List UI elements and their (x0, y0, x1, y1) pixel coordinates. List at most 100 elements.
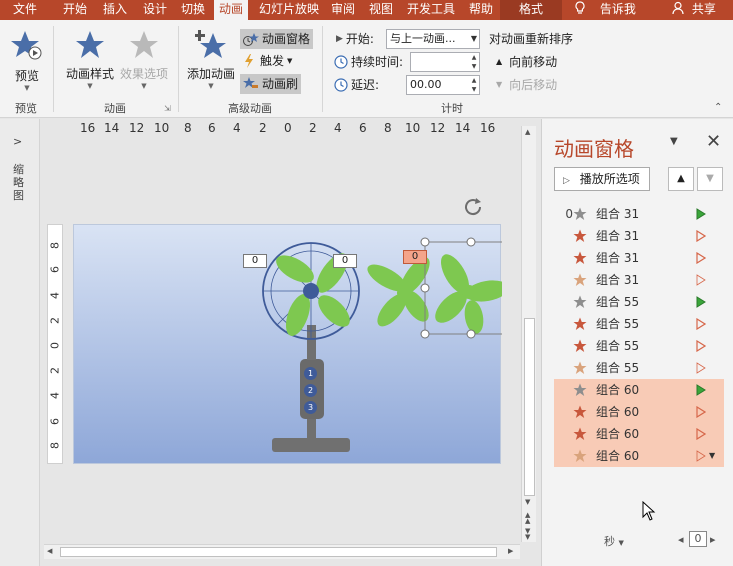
animation-target-name: 组合 31 (596, 251, 640, 265)
tab-design[interactable]: 设计 (138, 0, 172, 20)
ruler-tick: 8 (184, 121, 192, 135)
tab-developer[interactable]: 开发工具 (402, 0, 460, 20)
share-button[interactable]: 共享 (672, 0, 716, 20)
animation-list-item[interactable]: 组合 60 ▼ (554, 445, 724, 467)
ribbon-panel: 预览 ▼ 预览 动画样式 ▼ 效果选项 ▼ 动画 ⇲ 添加动画 ▼ 动画窗格 触… (0, 20, 733, 118)
move-up-button[interactable]: ▲ (668, 167, 694, 191)
scroll-up-icon[interactable]: ▲ (525, 128, 530, 136)
animation-list-item[interactable]: 0 组合 31 (554, 203, 724, 225)
tab-transitions[interactable]: 切换 (176, 0, 210, 20)
speed-badge: 1 (304, 367, 317, 380)
timing-bar-icon (696, 252, 706, 264)
duration-field[interactable]: ▲ ▼ (410, 52, 480, 72)
ruler-tick: 0 (284, 121, 292, 135)
chevron-down-icon: ▼ (87, 82, 93, 90)
move-later-button[interactable]: ▼ 向后移动 (496, 75, 557, 95)
scroll-right-icon[interactable]: ▶ (508, 547, 513, 555)
tell-me-search[interactable]: 告诉我 (574, 0, 636, 20)
trigger-button[interactable]: 触发 ▼ (243, 51, 292, 71)
effect-star-icon (573, 339, 587, 352)
seconds-label: 秒 (604, 535, 615, 548)
ruler-tick: 6 (208, 121, 216, 135)
preview-label: 预览 (14, 69, 39, 83)
effect-star-icon (573, 449, 587, 462)
thumbnail-panel: > 缩略图 (0, 119, 40, 566)
next-slide-icon[interactable]: ▼ ▼ (525, 528, 530, 541)
group-divider (322, 26, 323, 112)
animation-list-item[interactable]: 组合 31 (554, 225, 724, 247)
animation-target-name: 组合 60 (596, 383, 640, 397)
tab-file[interactable]: 文件 (8, 0, 42, 20)
ruler-tick: 2 (259, 121, 267, 135)
ruler-tick: 16 (80, 121, 96, 135)
tell-me-label: 告诉我 (599, 2, 636, 16)
move-earlier-button[interactable]: ▲ 向前移动 (496, 52, 557, 72)
animation-list-item[interactable]: 组合 55 (554, 291, 724, 313)
timing-bar-icon (696, 230, 706, 242)
animation-list-item[interactable]: 组合 55 (554, 335, 724, 357)
slide-canvas[interactable]: 0 0 0 1 2 3 (73, 198, 502, 464)
tab-slideshow[interactable]: 幻灯片放映 (254, 0, 324, 20)
ruler-tick: 16 (480, 121, 496, 135)
item-menu-chevron-icon[interactable]: ▼ (709, 445, 715, 467)
horizontal-scrollbar[interactable]: ◀ ▶ (44, 544, 520, 559)
ruler-tick: 6 (48, 418, 62, 425)
dialog-launcher-icon[interactable]: ⇲ (164, 104, 171, 113)
animation-list-item[interactable]: 组合 55 (554, 357, 724, 379)
vertical-scroll-thumb[interactable] (524, 318, 535, 496)
animation-list-item[interactable]: 组合 60 (554, 423, 724, 445)
expand-arrow-icon[interactable]: > (13, 135, 22, 148)
tab-help[interactable]: 帮助 (464, 0, 498, 20)
effect-star-icon (573, 383, 587, 396)
play-selected-button[interactable]: ▷ 播放所选项 (554, 167, 650, 191)
animation-list-item[interactable]: 组合 55 (554, 313, 724, 335)
tab-home[interactable]: 开始 (58, 0, 92, 20)
ruler-tick: 6 (48, 266, 62, 273)
ruler-tick: 2 (48, 367, 62, 374)
animation-painter-button[interactable]: 动画刷 (240, 74, 302, 94)
timeline-zoom-out-icon[interactable]: ◂ (678, 533, 684, 546)
tab-format[interactable]: 格式 (500, 0, 562, 20)
animation-tag[interactable]: 0 (243, 254, 267, 268)
start-select[interactable]: 与上一动画... ▼ (386, 29, 480, 49)
horizontal-scroll-thumb[interactable] (60, 547, 497, 557)
animation-order-number: 0 (565, 207, 573, 221)
animation-styles-button[interactable]: 动画样式 ▼ (62, 30, 118, 90)
add-animation-button[interactable]: 添加动画 ▼ (186, 30, 236, 90)
preview-button[interactable]: 预览 ▼ (8, 30, 46, 92)
play-triangle-icon: ▶ (336, 34, 343, 44)
close-icon[interactable]: ✕ (706, 131, 721, 152)
animation-list-item[interactable]: 组合 31 (554, 247, 724, 269)
rotate-handle-icon[interactable] (461, 195, 485, 219)
animation-list-item[interactable]: 组合 60 (554, 379, 724, 401)
scroll-left-icon[interactable]: ◀ (47, 547, 52, 555)
group-label-timing: 计时 (441, 102, 463, 115)
move-down-button[interactable]: ▼ (697, 167, 723, 191)
person-icon (672, 1, 684, 15)
animation-tag-selected[interactable]: 0 (403, 250, 427, 264)
delay-spinner[interactable]: ▲ ▼ (469, 76, 479, 94)
effect-options-button[interactable]: 效果选项 ▼ (118, 30, 170, 90)
previous-slide-icon[interactable]: ▲ ▲ (525, 512, 530, 525)
pane-options-icon[interactable]: ▼ (670, 136, 678, 147)
animation-list-item[interactable]: 组合 60 (554, 401, 724, 423)
tab-review[interactable]: 审阅 (326, 0, 360, 20)
tab-insert[interactable]: 插入 (98, 0, 132, 20)
delay-label: 延迟: (351, 78, 380, 92)
collapse-ribbon-icon[interactable]: ⌃ (714, 102, 722, 113)
seconds-menu[interactable]: 秒 ▼ (604, 533, 624, 549)
animation-pane-title: 动画窗格 (554, 137, 634, 161)
timeline-zoom-in-icon[interactable]: ▸ (710, 533, 716, 546)
timing-bar-icon (696, 296, 706, 308)
tab-view[interactable]: 视图 (364, 0, 398, 20)
scroll-down-icon[interactable]: ▼ (525, 498, 530, 506)
duration-spinner[interactable]: ▲ ▼ (469, 53, 479, 71)
tab-animations[interactable]: 动画 (214, 0, 249, 20)
animation-tag[interactable]: 0 (333, 254, 357, 268)
clock-icon (334, 55, 348, 69)
animation-list-item[interactable]: 组合 31 (554, 269, 724, 291)
timing-bar-icon (696, 450, 706, 462)
animation-pane-button[interactable]: 动画窗格 (240, 29, 314, 49)
delay-field[interactable]: 00.00 ▲ ▼ (406, 75, 480, 95)
vertical-scrollbar[interactable]: ▲ ▼ ▲ ▲ ▼ ▼ (521, 126, 536, 542)
